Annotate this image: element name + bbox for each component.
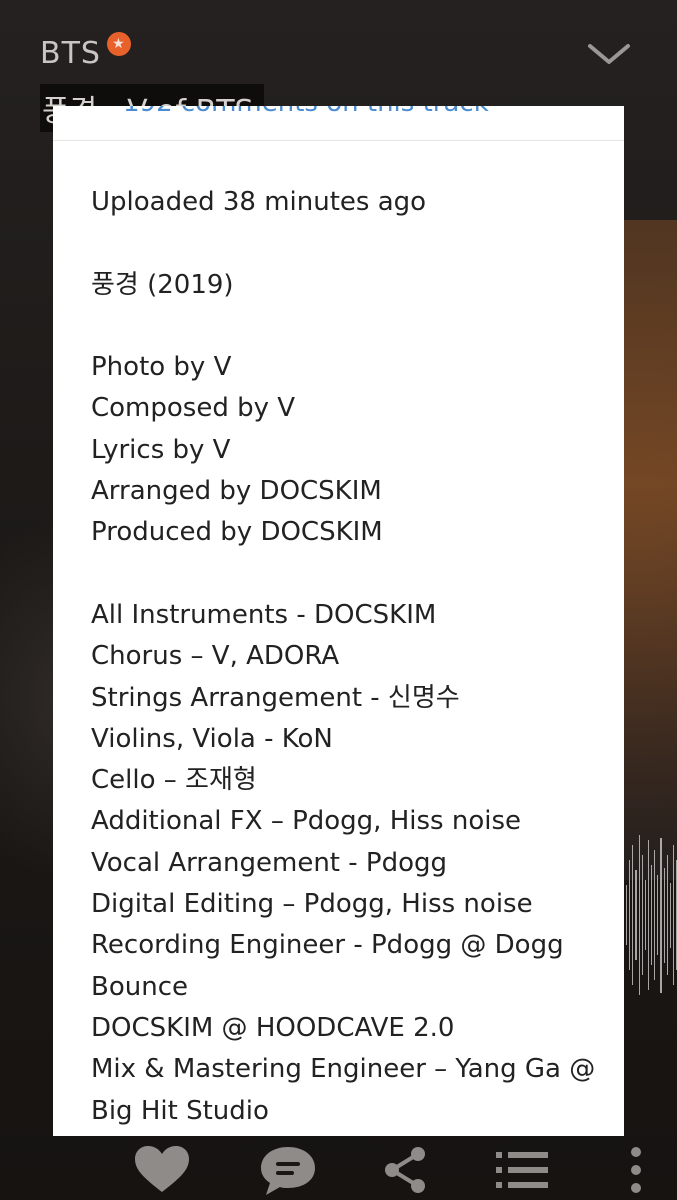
waveform[interactable]: [626, 830, 677, 1000]
comments-link[interactable]: 192 comments on this track: [123, 106, 489, 118]
waveform-bar: [669, 882, 671, 948]
credit-line: Lyrics by V: [91, 434, 231, 465]
credit-line: Vocal Arrangement - Pdogg: [91, 847, 448, 878]
waveform-bar: [632, 845, 634, 985]
comment-icon[interactable]: [258, 1144, 318, 1198]
waveform-bar: [626, 885, 628, 945]
artist-name[interactable]: BTS: [40, 36, 101, 71]
artist-header[interactable]: BTS ★: [40, 31, 131, 71]
waveform-bar: [672, 845, 674, 985]
credit-line: Photo by V: [91, 352, 232, 383]
credit-line: Mix & Mastering Engineer – Yang Ga @ Big…: [91, 1054, 596, 1126]
credit-line: Digital Editing – Pdogg, Hiss noise: [91, 889, 533, 920]
waveform-bar: [641, 855, 643, 975]
waveform-bar: [629, 860, 631, 970]
waveform-bar: [657, 875, 659, 955]
track-description: Uploaded 38 minutes ago 풍경 (2019) Photo …: [91, 182, 611, 1132]
waveform-bar: [644, 880, 646, 950]
star-badge-icon: ★: [106, 31, 131, 56]
waveform-bar: [647, 840, 649, 990]
player-action-bar: [0, 1136, 677, 1200]
share-icon[interactable]: [380, 1144, 430, 1196]
waveform-bar: [660, 837, 662, 993]
more-icon[interactable]: [628, 1144, 644, 1196]
waveform-bar: [638, 835, 640, 995]
credit-line: Strings Arrangement - 신명수: [91, 682, 460, 713]
credit-line: Violins, Viola - KoN: [91, 723, 333, 754]
credit-line: Chorus – V, ADORA: [91, 641, 340, 672]
heart-icon[interactable]: [132, 1144, 192, 1196]
credit-line: Composed by V: [91, 393, 296, 424]
waveform-bar: [666, 855, 668, 975]
description-title: 풍경 (2019): [91, 269, 234, 300]
waveform-bar: [651, 865, 653, 965]
credit-line: Cello – 조재형: [91, 765, 257, 796]
chevron-down-icon[interactable]: [586, 38, 632, 70]
credit-line: All Instruments - DOCSKIM: [91, 599, 437, 630]
credit-line: Arranged by DOCSKIM: [91, 476, 382, 507]
credit-line: DOCSKIM @ HOODCAVE 2.0: [91, 1012, 455, 1043]
description-sheet[interactable]: 192 comments on this track Uploaded 38 m…: [53, 106, 624, 1136]
waveform-bar: [635, 870, 637, 960]
playlist-icon[interactable]: [494, 1144, 550, 1196]
divider: [53, 140, 624, 141]
artwork-edge: [624, 220, 677, 880]
credit-line: Produced by DOCSKIM: [91, 517, 383, 548]
upload-time: Uploaded 38 minutes ago: [91, 187, 427, 217]
credit-line: Recording Engineer - Pdogg @ Dogg Bounce: [91, 930, 564, 1002]
waveform-bar: [654, 850, 656, 980]
credit-line: Additional FX – Pdogg, Hiss noise: [91, 806, 521, 837]
waveform-bar: [663, 867, 665, 963]
